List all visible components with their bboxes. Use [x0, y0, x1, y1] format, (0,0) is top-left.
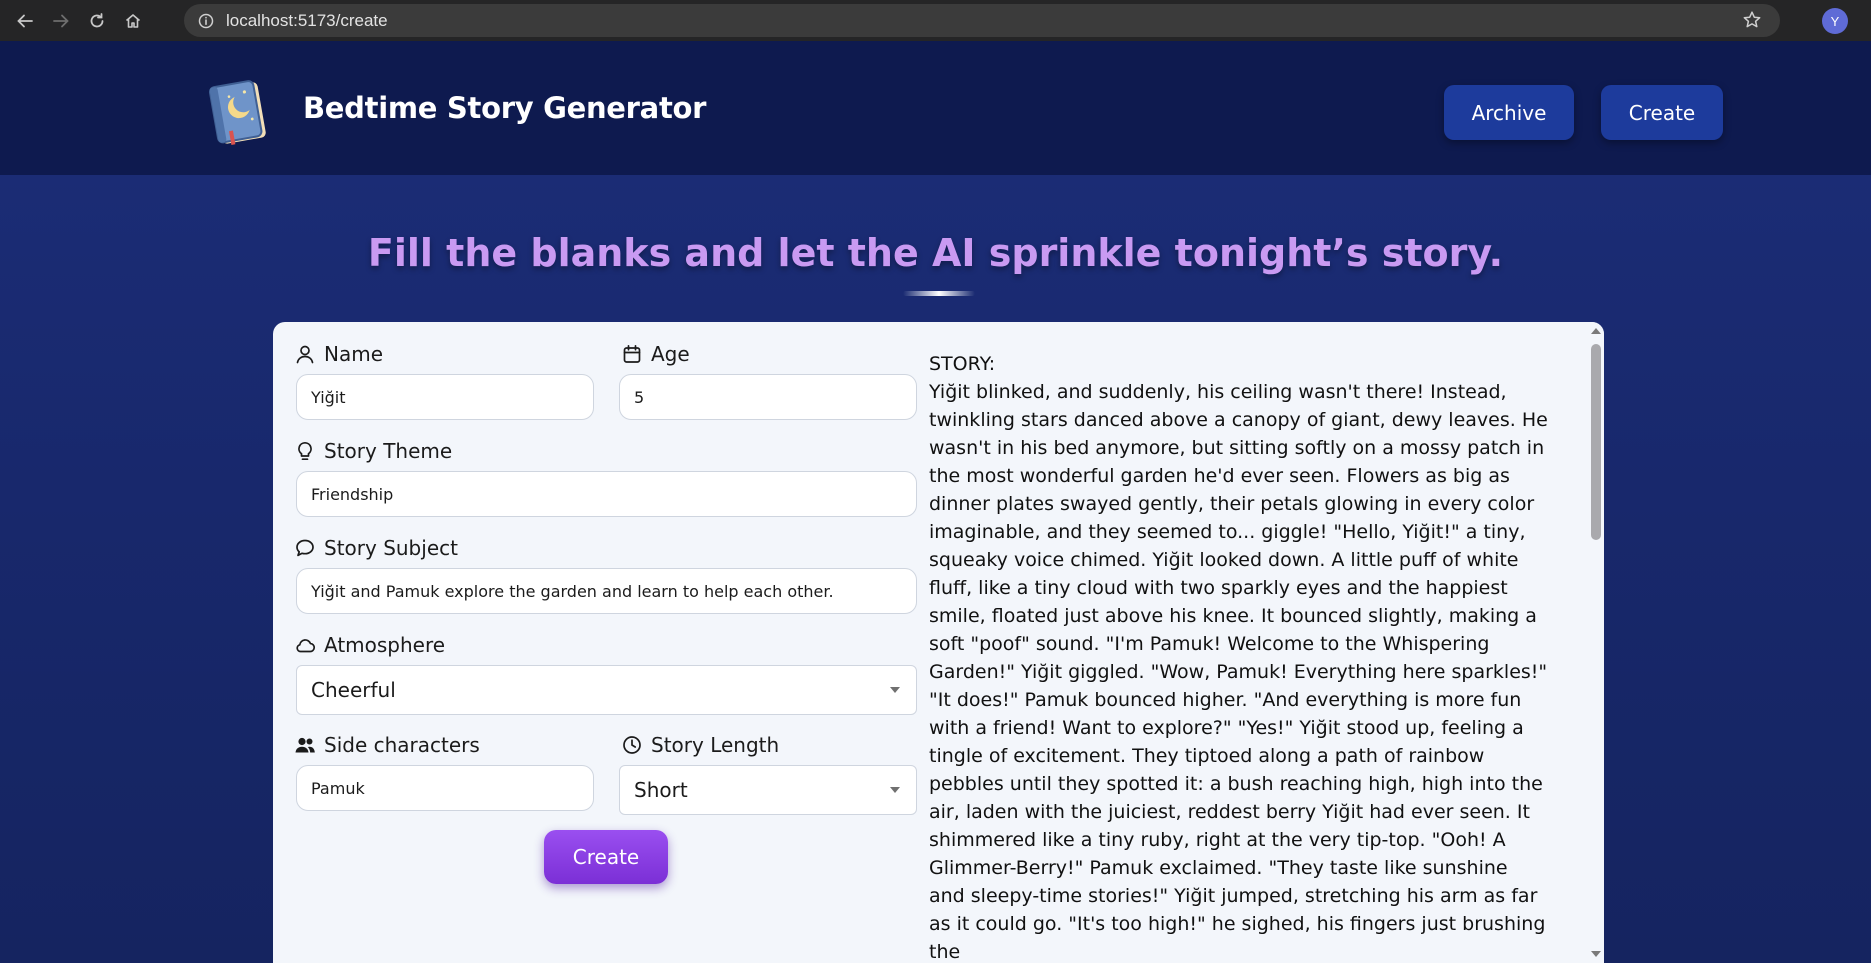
forward-icon[interactable] [50, 10, 72, 32]
name-input[interactable]: Yiğit [296, 374, 594, 420]
cloud-icon [296, 639, 316, 653]
subject-label-text: Story Subject [324, 536, 458, 560]
story-form-card: Name Yiğit Age 5 Story Theme Friendship … [273, 322, 1604, 963]
chevron-down-icon [890, 687, 900, 693]
scroll-up-arrow-icon[interactable] [1591, 328, 1601, 334]
calendar-icon [623, 344, 641, 363]
name-label-text: Name [324, 342, 384, 366]
reload-icon[interactable] [86, 10, 108, 32]
subject-input[interactable]: Yiğit and Pamuk explore the garden and l… [296, 568, 917, 614]
side-characters-label: Side characters [294, 733, 480, 757]
storybook-logo-icon [204, 77, 276, 149]
age-label: Age [621, 342, 690, 366]
side-characters-input[interactable]: Pamuk [296, 765, 594, 811]
story-heading: STORY: [929, 353, 996, 375]
atmosphere-select[interactable]: Cheerful [296, 665, 917, 715]
theme-input[interactable]: Friendship [296, 471, 917, 517]
profile-avatar[interactable]: Y [1822, 8, 1848, 34]
main-content: Fill the blanks and let the AI sprinkle … [0, 175, 1871, 963]
scrollbar-thumb[interactable] [1591, 344, 1601, 540]
create-story-button[interactable]: Create [544, 830, 668, 884]
users-icon [295, 737, 315, 753]
subject-label: Story Subject [294, 536, 458, 560]
site-info-icon[interactable] [196, 11, 216, 31]
app-header: Bedtime Story Generator Archive Create [0, 41, 1871, 175]
user-icon [296, 345, 314, 364]
url-text[interactable]: localhost:5173/create [226, 11, 388, 31]
theme-label-text: Story Theme [324, 439, 453, 463]
atmosphere-label: Atmosphere [294, 633, 445, 657]
address-bar[interactable]: localhost:5173/create [184, 4, 1780, 37]
chevron-down-icon [890, 787, 900, 793]
speech-bubble-icon [296, 539, 314, 557]
scroll-down-arrow-icon[interactable] [1591, 951, 1601, 957]
atmosphere-label-text: Atmosphere [324, 633, 446, 657]
lightbulb-icon [298, 441, 312, 461]
archive-button[interactable]: Archive [1444, 85, 1574, 140]
back-icon[interactable] [14, 10, 36, 32]
headline-underline [903, 291, 975, 296]
name-label: Name [294, 342, 383, 366]
bookmark-star-icon[interactable] [1742, 10, 1762, 34]
story-text: Yiğit blinked, and suddenly, his ceiling… [929, 381, 1554, 963]
story-length-label-text: Story Length [651, 733, 780, 757]
age-input[interactable]: 5 [619, 374, 917, 420]
page-headline: Fill the blanks and let the AI sprinkle … [367, 231, 1504, 275]
app-title: Bedtime Story Generator [303, 91, 707, 125]
side-characters-label-text: Side characters [324, 733, 480, 757]
browser-toolbar: localhost:5173/create Y [0, 0, 1871, 41]
atmosphere-selected-value: Cheerful [311, 678, 396, 702]
theme-label: Story Theme [294, 439, 452, 463]
story-length-select[interactable]: Short [619, 765, 917, 815]
story-scrollbar[interactable] [1588, 322, 1604, 963]
age-label-text: Age [651, 342, 690, 366]
home-icon[interactable] [122, 10, 144, 32]
story-length-selected-value: Short [634, 778, 688, 802]
story-output: STORY: Yiğit blinked, and suddenly, his c… [929, 350, 1549, 963]
story-length-label: Story Length [621, 733, 779, 757]
clock-icon [623, 736, 641, 754]
create-nav-button[interactable]: Create [1601, 85, 1723, 140]
